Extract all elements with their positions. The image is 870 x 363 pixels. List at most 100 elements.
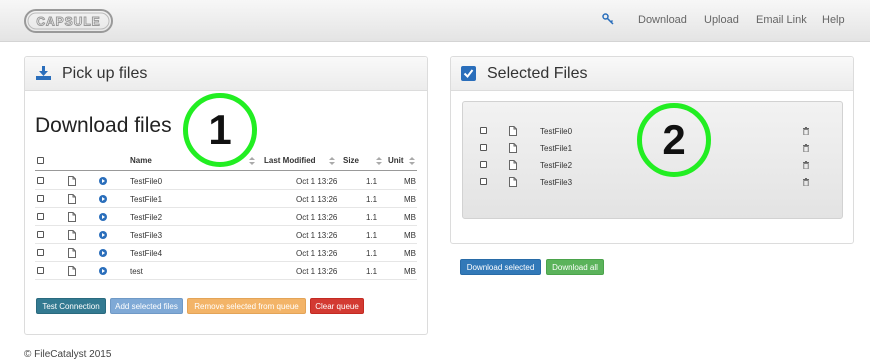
- file-name: TestFile0: [130, 177, 163, 186]
- capsule-logo[interactable]: CAPSULE: [24, 9, 113, 33]
- arrow-circle-right-icon[interactable]: [99, 267, 107, 275]
- row-checkbox[interactable]: [37, 213, 44, 220]
- key-icon[interactable]: [602, 13, 614, 25]
- file-size: 1.1: [366, 195, 378, 204]
- file-unit: MB: [404, 195, 416, 204]
- arrow-circle-right-icon[interactable]: [99, 231, 107, 239]
- file-icon: [509, 143, 517, 153]
- file-icon: [68, 248, 76, 258]
- nav-help-link[interactable]: Help: [822, 14, 845, 26]
- nav-download-link[interactable]: Download: [638, 14, 687, 26]
- selected-file-checkbox[interactable]: [480, 161, 487, 168]
- file-icon: [68, 176, 76, 186]
- file-unit: MB: [404, 177, 416, 186]
- file-icon: [68, 212, 76, 222]
- row-checkbox[interactable]: [37, 267, 44, 274]
- file-icon: [509, 126, 517, 136]
- table-row[interactable]: TestFile0 Oct 1 13:26 1.1 MB: [35, 172, 417, 190]
- selected-files-list: TestFile0 TestFile1 TestFile2 TestFile3 …: [462, 101, 843, 219]
- file-name: test: [130, 267, 143, 276]
- file-modified: Oct 1 13:26: [296, 177, 338, 186]
- selected-panel-title: Selected Files: [487, 65, 588, 82]
- sort-icon[interactable]: [329, 157, 335, 165]
- file-icon: [68, 194, 76, 204]
- table-header-rule: [35, 170, 417, 171]
- table-row[interactable]: TestFile4 Oct 1 13:26 1.1 MB: [35, 244, 417, 262]
- file-icon: [509, 177, 517, 187]
- row-checkbox[interactable]: [37, 249, 44, 256]
- file-modified: Oct 1 13:26: [296, 231, 338, 240]
- selected-file-name: TestFile3: [540, 178, 573, 187]
- file-icon: [68, 230, 76, 240]
- file-name: TestFile2: [130, 213, 163, 222]
- sort-icon[interactable]: [409, 157, 415, 165]
- annotation-marker: 2: [637, 103, 711, 177]
- nav-upload-link[interactable]: Upload: [704, 14, 739, 26]
- clear-queue-button[interactable]: Clear queue: [310, 298, 364, 314]
- file-name: TestFile3: [130, 231, 163, 240]
- row-checkbox[interactable]: [37, 195, 44, 202]
- arrow-circle-right-icon[interactable]: [99, 177, 107, 185]
- column-header-unit[interactable]: Unit: [388, 156, 404, 165]
- sort-icon[interactable]: [249, 157, 255, 165]
- column-header-last-modified[interactable]: Last Modified: [264, 156, 316, 165]
- file-unit: MB: [404, 213, 416, 222]
- selected-file-checkbox[interactable]: [480, 144, 487, 151]
- pickup-panel-header: Pick up files: [25, 57, 427, 91]
- select-all-checkbox[interactable]: [37, 157, 44, 164]
- arrow-circle-right-icon[interactable]: [99, 213, 107, 221]
- file-icon: [509, 160, 517, 170]
- table-row[interactable]: TestFile3 Oct 1 13:26 1.1 MB: [35, 226, 417, 244]
- trash-icon[interactable]: [803, 144, 809, 152]
- checkbox-checked-icon: [461, 66, 476, 81]
- selected-file-checkbox[interactable]: [480, 178, 487, 185]
- download-all-button[interactable]: Download all: [546, 259, 604, 275]
- file-name: TestFile4: [130, 249, 163, 258]
- file-size: 1.1: [366, 267, 378, 276]
- pickup-panel-title: Pick up files: [62, 65, 148, 82]
- test-connection-button[interactable]: Test Connection: [36, 298, 106, 314]
- svg-text:CAPSULE: CAPSULE: [36, 15, 100, 29]
- table-row[interactable]: TestFile1 Oct 1 13:26 1.1 MB: [35, 190, 417, 208]
- file-unit: MB: [404, 267, 416, 276]
- download-selected-button[interactable]: Download selected: [460, 259, 541, 275]
- file-name: TestFile1: [130, 195, 163, 204]
- file-size: 1.1: [366, 231, 378, 240]
- row-checkbox[interactable]: [37, 231, 44, 238]
- pickup-panel: Pick up files Download files Name Last M…: [24, 56, 428, 335]
- remove-selected-button[interactable]: Remove selected from queue: [187, 298, 306, 314]
- table-row[interactable]: test Oct 1 13:26 1.1 MB: [35, 262, 417, 280]
- selected-file-name: TestFile0: [540, 127, 573, 136]
- column-header-name[interactable]: Name: [130, 156, 152, 165]
- list-item[interactable]: TestFile3: [463, 173, 844, 190]
- file-modified: Oct 1 13:26: [296, 213, 338, 222]
- footer-copyright: © FileCatalyst 2015: [24, 349, 112, 360]
- arrow-circle-right-icon[interactable]: [99, 249, 107, 257]
- top-navbar: CAPSULE Download Upload Email Link Help: [0, 0, 870, 42]
- trash-icon[interactable]: [803, 127, 809, 135]
- table-row[interactable]: TestFile2 Oct 1 13:26 1.1 MB: [35, 208, 417, 226]
- selected-panel-header: Selected Files: [451, 57, 853, 91]
- file-modified: Oct 1 13:26: [296, 267, 338, 276]
- arrow-circle-right-icon[interactable]: [99, 195, 107, 203]
- annotation-marker: 1: [183, 93, 257, 167]
- file-size: 1.1: [366, 213, 378, 222]
- file-size: 1.1: [366, 249, 378, 258]
- selected-file-checkbox[interactable]: [480, 127, 487, 134]
- file-unit: MB: [404, 231, 416, 240]
- file-modified: Oct 1 13:26: [296, 195, 338, 204]
- trash-icon[interactable]: [803, 161, 809, 169]
- selected-file-name: TestFile1: [540, 144, 573, 153]
- sort-icon[interactable]: [376, 157, 382, 165]
- file-size: 1.1: [366, 177, 378, 186]
- download-files-heading: Download files: [35, 114, 172, 137]
- selected-file-name: TestFile2: [540, 161, 573, 170]
- file-unit: MB: [404, 249, 416, 258]
- trash-icon[interactable]: [803, 178, 809, 186]
- add-selected-files-button[interactable]: Add selected files: [110, 298, 183, 314]
- nav-email-link[interactable]: Email Link: [756, 14, 807, 26]
- selected-files-panel: Selected Files TestFile0 TestFile1 TestF…: [450, 56, 854, 244]
- file-modified: Oct 1 13:26: [296, 249, 338, 258]
- row-checkbox[interactable]: [37, 177, 44, 184]
- column-header-size[interactable]: Size: [343, 156, 359, 165]
